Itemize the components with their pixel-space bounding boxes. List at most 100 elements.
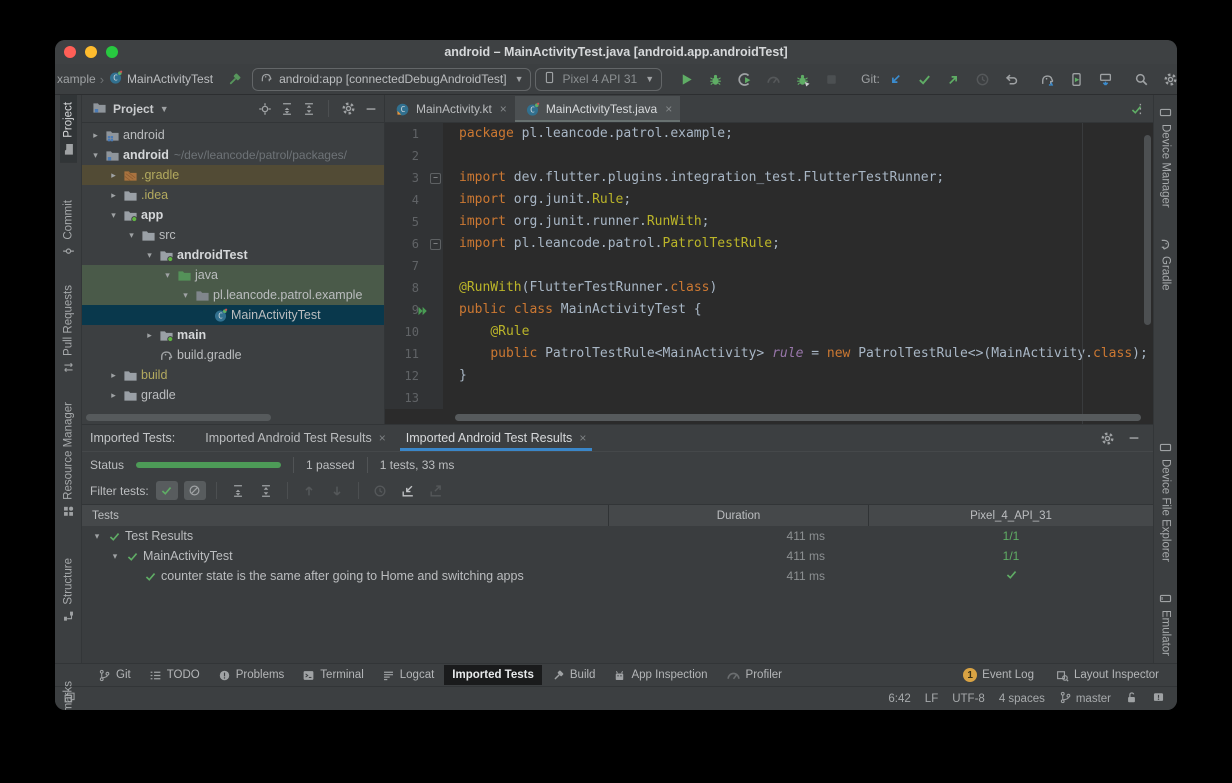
tree-toggle-icon[interactable]: ▾ <box>88 150 103 161</box>
tree-item-android[interactable]: ▾android~/dev/leancode/patrol/packages/ <box>82 145 384 165</box>
tool-strip-tab-device-file-explorer[interactable]: Device File Explorer <box>1157 434 1174 569</box>
tree-item-android[interactable]: ▸android <box>82 125 384 145</box>
next-occurrence-button[interactable] <box>326 481 348 500</box>
tree-toggle-icon[interactable]: ▸ <box>106 390 121 401</box>
search-everywhere-button[interactable] <box>1132 69 1152 89</box>
tree-item-build-gradle[interactable]: build.gradle <box>82 345 384 365</box>
export-results-button[interactable] <box>425 481 447 500</box>
settings-button[interactable] <box>1100 431 1115 446</box>
locate-button[interactable] <box>258 102 272 116</box>
editor-vertical-scrollbar[interactable] <box>1144 135 1151 325</box>
tree-toggle-icon[interactable]: ▸ <box>106 170 121 181</box>
tree-toggle-icon[interactable]: ▾ <box>90 531 104 542</box>
tool-strip-tab-resource-manager[interactable]: Resource Manager <box>60 395 77 525</box>
fold-marker-icon[interactable]: − <box>430 239 441 250</box>
push-button[interactable] <box>944 69 964 89</box>
expand-all-button[interactable] <box>280 102 294 116</box>
debug-button[interactable] <box>705 69 725 89</box>
history-button[interactable] <box>973 69 993 89</box>
project-panel-title[interactable]: Project <box>113 102 154 116</box>
profile-coverage-button[interactable] <box>734 69 754 89</box>
tree-item-build[interactable]: ▸build <box>82 365 384 385</box>
hide-button[interactable] <box>364 102 378 116</box>
tree-item-mainactivitytest[interactable]: CMainActivityTest <box>82 305 384 325</box>
toolwindow-button-layout-inspector[interactable]: Layout Inspector <box>1048 665 1167 685</box>
hide-button[interactable] <box>1127 431 1141 445</box>
toolwindow-button-problems[interactable]: Problems <box>210 665 293 685</box>
tool-strip-tab-device-manager[interactable]: Device Manager <box>1157 99 1174 215</box>
tree-toggle-icon[interactable]: ▾ <box>124 230 139 241</box>
test-results-tab-2[interactable]: Imported Android Test Results× <box>396 425 597 451</box>
tree-toggle-icon[interactable]: ▸ <box>106 190 121 201</box>
tree-item-pl-leancode-patrol-example[interactable]: ▾pl.leancode.patrol.example <box>82 285 384 305</box>
toolwindow-button-imported-tests[interactable]: Imported Tests <box>444 665 542 685</box>
tool-strip-tab-structure[interactable]: Structure <box>60 551 77 630</box>
settings-button[interactable] <box>1161 69 1177 89</box>
run-configuration-select[interactable]: android:app [connectedDebugAndroidTest] … <box>252 68 531 91</box>
tree-toggle-icon[interactable]: ▾ <box>106 210 121 221</box>
update-project-button[interactable] <box>886 69 906 89</box>
tree-toggle-icon[interactable]: ▸ <box>88 130 103 141</box>
test-result-row[interactable]: ▾Test Results411 ms1/1 <box>82 526 1153 546</box>
tree-toggle-icon[interactable]: ▸ <box>142 330 157 341</box>
tree-item-java[interactable]: ▾java <box>82 265 384 285</box>
tool-strip-tab-bookmarks[interactable]: Bookmarks <box>60 674 77 710</box>
show-passed-button[interactable] <box>156 481 178 500</box>
close-tab-icon[interactable]: × <box>665 102 672 116</box>
previous-occurrence-button[interactable] <box>298 481 320 500</box>
test-result-row[interactable]: ▾MainActivityTest411 ms1/1 <box>82 546 1153 566</box>
line-ending-widget[interactable]: LF <box>925 693 938 705</box>
close-tab-icon[interactable]: × <box>500 102 507 116</box>
tool-strip-tab-project[interactable]: Project <box>60 95 77 163</box>
inspections-ok-icon[interactable] <box>1130 103 1143 121</box>
project-horizontal-scrollbar[interactable] <box>86 414 271 421</box>
breadcrumb[interactable]: xample › C MainActivityTest <box>57 70 213 88</box>
toolwindow-button-todo[interactable]: TODO <box>141 665 208 685</box>
tree-item-src[interactable]: ▾src <box>82 225 384 245</box>
chevron-down-icon[interactable]: ▼ <box>160 104 169 114</box>
tree-item-gradle[interactable]: ▸gradle <box>82 385 384 405</box>
tree-item-androidtest[interactable]: ▾androidTest <box>82 245 384 265</box>
close-tab-icon[interactable]: × <box>379 431 386 445</box>
profiler-button[interactable] <box>763 69 783 89</box>
run-button[interactable] <box>676 69 696 89</box>
hammer-icon[interactable] <box>227 72 242 87</box>
tool-strip-tab-pull-requests[interactable]: Pull Requests <box>60 278 77 381</box>
toolwindow-button-app-inspection[interactable]: App Inspection <box>605 665 715 685</box>
lock-open-icon[interactable] <box>1125 691 1138 704</box>
stop-button[interactable] <box>821 69 841 89</box>
collapse-all-button[interactable] <box>302 102 316 116</box>
collapse-all-button[interactable] <box>255 481 277 500</box>
editor-tab-mainactivity-kt[interactable]: CMainActivity.kt× <box>385 96 515 122</box>
tree-toggle-icon[interactable]: ▾ <box>142 250 157 261</box>
tool-strip-tab-gradle[interactable]: Gradle <box>1157 231 1174 298</box>
gradle-sync-button[interactable] <box>1038 69 1058 89</box>
tree-toggle-icon[interactable]: ▾ <box>178 290 193 301</box>
editor-horizontal-scrollbar[interactable] <box>455 414 1141 421</box>
device-manager-button[interactable] <box>1067 69 1087 89</box>
device-select[interactable]: Pixel 4 API 31 ▼ <box>535 68 662 91</box>
show-ignored-button[interactable] <box>184 481 206 500</box>
import-results-button[interactable] <box>397 481 419 500</box>
close-tab-icon[interactable]: × <box>579 431 586 445</box>
rollback-button[interactable] <box>1002 69 1022 89</box>
tree-item--gradle[interactable]: ▸.gradle <box>82 165 384 185</box>
toolwindow-button-build[interactable]: Build <box>544 665 604 685</box>
attach-debugger-button[interactable] <box>792 69 812 89</box>
breadcrumb-package[interactable]: xample <box>57 72 96 86</box>
tree-item-main[interactable]: ▸main <box>82 325 384 345</box>
column-header-device[interactable]: Pixel_4_API_31 <box>869 505 1153 526</box>
tree-toggle-icon[interactable]: ▸ <box>106 370 121 381</box>
tree-item-app[interactable]: ▾app <box>82 205 384 225</box>
toolwindow-button-profiler[interactable]: Profiler <box>718 665 790 685</box>
toolwindow-button-logcat[interactable]: Logcat <box>374 665 443 685</box>
code-editor[interactable]: 1package pl.leancode.patrol.example;23−i… <box>385 123 1153 424</box>
tree-item--idea[interactable]: ▸.idea <box>82 185 384 205</box>
commit-button[interactable] <box>915 69 935 89</box>
test-result-row[interactable]: counter state is the same after going to… <box>82 566 1153 586</box>
test-results-tab-1[interactable]: Imported Android Test Results× <box>195 425 396 451</box>
notification-icon[interactable] <box>1152 691 1165 704</box>
encoding-widget[interactable]: UTF-8 <box>952 693 985 705</box>
column-header-tests[interactable]: Tests <box>82 505 609 526</box>
tree-toggle-icon[interactable]: ▾ <box>108 551 122 562</box>
